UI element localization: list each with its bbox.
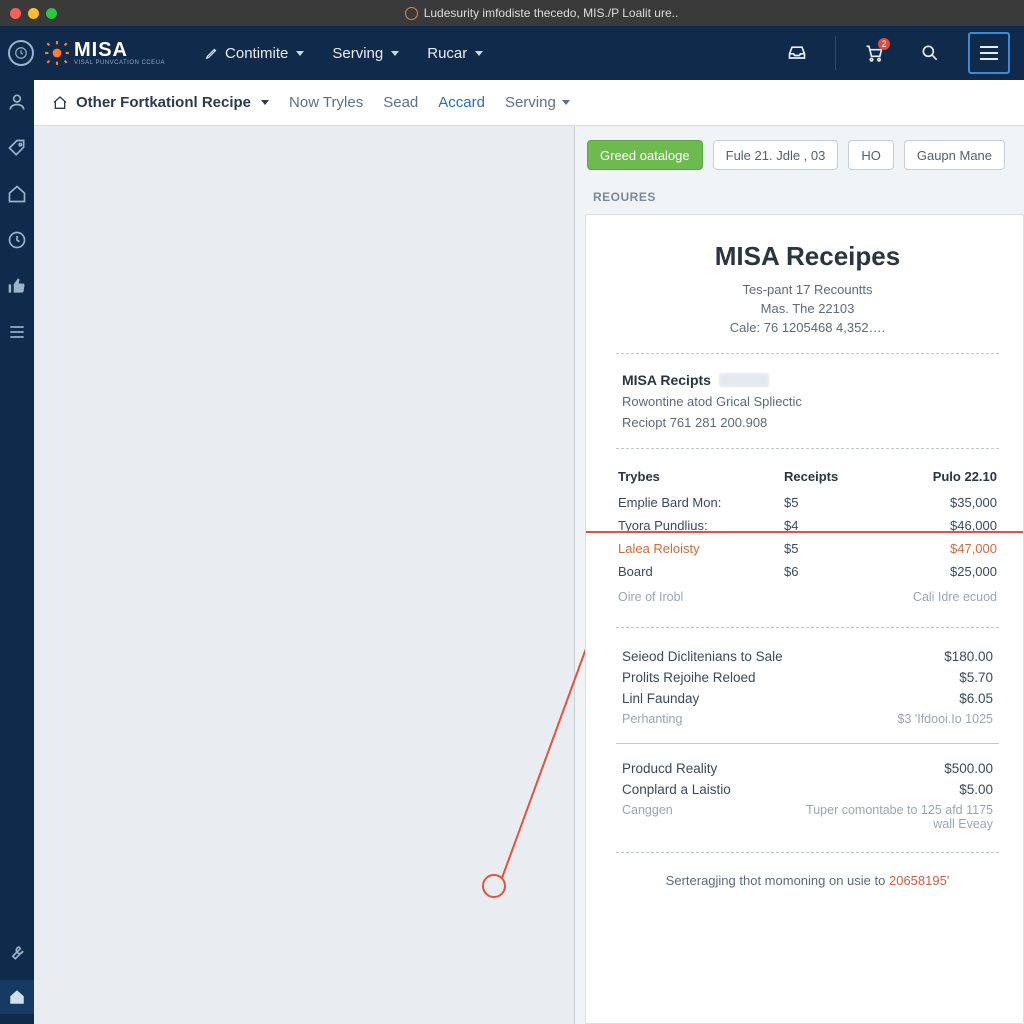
hamburger-icon — [980, 46, 998, 60]
table-footer-left: Oire of Irobl — [618, 584, 772, 607]
right-receipt-pane: Greed oataloge Fule 21. Jdle , 03 HO Gau… — [574, 126, 1024, 1024]
list-icon[interactable] — [7, 322, 27, 342]
receipt-table: Trybes Receipts Pulo 22.10 Emplie Bard M… — [616, 467, 999, 609]
home-icon[interactable] — [7, 184, 27, 204]
thumbs-up-icon[interactable] — [7, 276, 27, 296]
left-empty-pane — [34, 126, 574, 1024]
clock-icon[interactable] — [7, 230, 27, 250]
receipt-line-3: Reciopt 761 281 200.908 — [622, 415, 993, 430]
summary-row: Seieod Diclitenians to Sale$180.00 — [616, 646, 999, 667]
subbar-link-now[interactable]: Now Tryles — [289, 94, 363, 111]
table-row: Emplie Bard Mon:$5$35,000 — [618, 492, 997, 513]
col-header-2: Receipts — [774, 469, 870, 490]
summary-row: Prolits Rejoihe Reloed$5.70 — [616, 667, 999, 688]
subbar-link-sead[interactable]: Sead — [383, 94, 418, 111]
pencil-icon — [205, 46, 219, 60]
subbar-link-serving[interactable]: Serving — [505, 94, 570, 111]
summary-row: Conplard a Laistio$5.00 — [616, 779, 999, 800]
receipt-name: MISA Recipts — [622, 372, 711, 388]
receipt-subtitle-2: Mas. The 22103 — [616, 301, 999, 316]
inbox-button[interactable] — [779, 35, 815, 71]
divider — [616, 852, 999, 853]
receipt-subtitle-3: Cale: 76 1205468 4,352…. — [616, 320, 999, 335]
receipt-footer: Serteragjing thot momoning on usie to 20… — [616, 873, 999, 888]
close-window-button[interactable] — [10, 8, 21, 19]
divider — [616, 627, 999, 628]
chevron-down-icon — [296, 51, 304, 56]
top-navigation: MISA VISAL PUNVCATION CCEUA Contimite Se… — [0, 26, 1024, 80]
table-footer-right: Cali Idre ecuod — [872, 584, 997, 607]
chevron-down-icon — [391, 51, 399, 56]
redacted-chip — [719, 373, 769, 387]
rail-home-button[interactable] — [0, 980, 34, 1014]
table-row: Board$6$25,000 — [618, 561, 997, 582]
divider — [616, 353, 999, 354]
window-titlebar: Ludesurity imfodiste thecedo, MIS./P Loa… — [0, 0, 1024, 26]
home-outline-icon — [52, 95, 68, 111]
org-badge-icon[interactable] — [8, 40, 34, 66]
breadcrumb[interactable]: Other Fortkationl Recipe — [52, 94, 269, 111]
receipt-line-2: Rowontine atod Grical Spliectic — [622, 394, 993, 409]
subbar-link-label: Serving — [505, 94, 556, 111]
brand-sun-icon — [44, 40, 70, 66]
brand-name: MISA — [74, 40, 165, 60]
table-row: Tyora Pundlius:$4$46,000 — [618, 515, 997, 536]
cart-badge: 2 — [878, 38, 890, 50]
cart-button[interactable]: 2 — [856, 35, 892, 71]
nav-divider — [835, 36, 836, 70]
window-title: Ludesurity imfodiste thecedo, MIS./P Loa… — [424, 6, 679, 20]
divider — [616, 743, 999, 744]
receipt-title: MISA Receipes — [616, 241, 999, 272]
group-button[interactable]: Gaupn Mane — [904, 140, 1005, 170]
nav-item-label: Contimite — [225, 45, 288, 62]
table-row: Lalea Reloisty$5$47,000 — [618, 538, 997, 559]
nav-item-label: Rucar — [427, 45, 467, 62]
col-header-1: Trybes — [618, 469, 772, 490]
nav-item-label: Serving — [332, 45, 383, 62]
ho-button[interactable]: HO — [848, 140, 894, 170]
receipt-header-block: MISA Recipts Rowontine atod Grical Splie… — [616, 372, 999, 430]
col-header-3: Pulo 22.10 — [872, 469, 997, 490]
menu-button[interactable] — [968, 32, 1010, 74]
search-icon — [920, 43, 940, 63]
chevron-down-icon — [562, 100, 570, 105]
section-label: REOURES — [575, 184, 1024, 214]
traffic-lights — [10, 8, 57, 19]
search-button[interactable] — [912, 35, 948, 71]
brand-logo[interactable]: MISA VISAL PUNVCATION CCEUA — [44, 40, 165, 66]
wrench-icon[interactable] — [7, 942, 27, 962]
divider — [616, 448, 999, 449]
chevron-down-icon — [475, 51, 483, 56]
date-filter-button[interactable]: Fule 21. Jdle , 03 — [713, 140, 839, 170]
minimize-window-button[interactable] — [28, 8, 39, 19]
receipt-document: MISA Receipes Tes-pant 17 Recountts Mas.… — [585, 214, 1024, 1024]
summary-note-2: Canggen Tuper comontabe to 125 afd 1175 … — [616, 800, 999, 834]
nav-item-continue[interactable]: Contimite — [205, 45, 304, 62]
house-icon — [8, 988, 26, 1006]
nav-item-serving[interactable]: Serving — [332, 45, 399, 62]
user-icon[interactable] — [7, 92, 27, 112]
primary-action-button[interactable]: Greed oataloge — [587, 140, 703, 170]
summary-row: Linl Faunday$6.05 — [616, 688, 999, 709]
inbox-icon — [787, 43, 807, 63]
sub-toolbar: Other Fortkationl Recipe Now Tryles Sead… — [34, 80, 1024, 126]
chevron-down-icon — [261, 100, 269, 105]
tag-icon[interactable] — [7, 138, 27, 158]
action-button-row: Greed oataloge Fule 21. Jdle , 03 HO Gau… — [575, 140, 1024, 184]
breadcrumb-label: Other Fortkationl Recipe — [76, 94, 251, 111]
summary-note: Perhanting $3 'Ifdooi.Io 1025 — [616, 709, 999, 729]
brand-subtitle: VISAL PUNVCATION CCEUA — [74, 60, 165, 66]
shield-icon — [405, 7, 418, 20]
nav-item-rucar[interactable]: Rucar — [427, 45, 483, 62]
subbar-link-accard[interactable]: Accard — [438, 94, 485, 111]
left-icon-rail — [0, 80, 34, 1024]
summary-row: Producd Reality$500.00 — [616, 758, 999, 779]
receipt-subtitle-1: Tes-pant 17 Recountts — [616, 282, 999, 297]
maximize-window-button[interactable] — [46, 8, 57, 19]
